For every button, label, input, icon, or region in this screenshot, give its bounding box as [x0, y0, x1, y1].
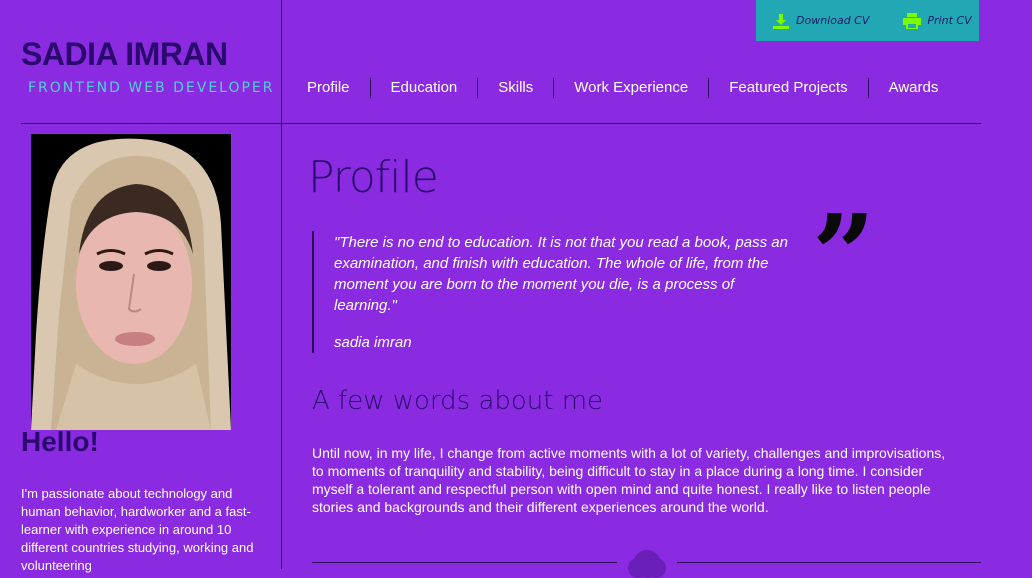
download-cv-button[interactable]: Download CV — [772, 13, 869, 29]
section-divider-right — [677, 562, 981, 563]
about-heading: A few words about me — [312, 386, 604, 416]
cv-actions-bar: Download CV Print CV — [756, 0, 979, 41]
print-cv-button[interactable]: Print CV — [903, 12, 972, 29]
header-divider — [21, 123, 981, 124]
main-nav: Profile Education Skills Work Experience… — [287, 76, 958, 100]
quote-author: sadia imran — [334, 334, 412, 351]
person-name: SADIA IMRAN — [21, 36, 228, 72]
printer-icon — [903, 12, 922, 29]
greeting-heading: Hello! — [21, 426, 99, 457]
about-text: Until now, in my life, I change from act… — [312, 445, 946, 515]
section-title: Profile — [308, 152, 439, 203]
vertical-divider — [281, 0, 282, 569]
quote-bar — [312, 231, 314, 353]
nav-awards[interactable]: Awards — [867, 78, 959, 98]
nav-work-experience[interactable]: Work Experience — [553, 78, 708, 98]
download-icon — [773, 13, 789, 29]
nav-education[interactable]: Education — [369, 78, 478, 98]
people-icon — [628, 550, 666, 578]
nav-featured-projects[interactable]: Featured Projects — [708, 78, 867, 98]
print-cv-label: Print CV — [927, 14, 972, 27]
nav-profile[interactable]: Profile — [287, 78, 370, 98]
intro-text: I'm passionate about technology and huma… — [21, 486, 254, 573]
profile-photo — [31, 134, 231, 430]
nav-skills[interactable]: Skills — [477, 78, 553, 98]
download-cv-label: Download CV — [796, 14, 870, 27]
job-role: FRONTEND WEB DEVELOPER — [28, 80, 275, 96]
section-divider-left — [312, 562, 617, 563]
quote-text: "There is no end to education. It is not… — [334, 234, 788, 314]
quote-mark-icon: ” — [812, 190, 876, 319]
